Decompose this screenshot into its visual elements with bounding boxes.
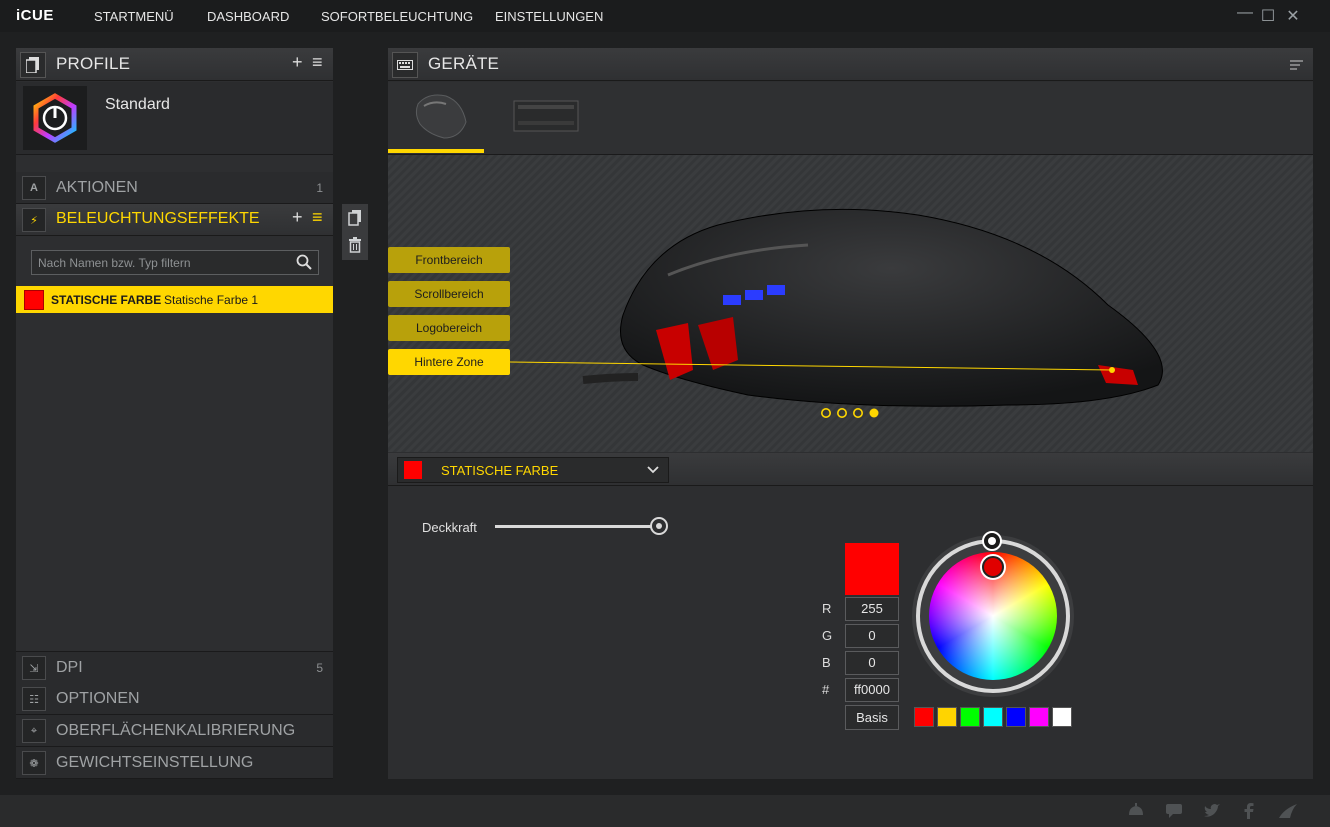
swatch-yellow[interactable] [937,707,957,727]
swatch-blue[interactable] [1006,707,1026,727]
filter-placeholder: Nach Namen bzw. Typ filtern [38,256,191,270]
minimize-icon[interactable]: — [1237,4,1253,22]
corsair-logo-icon[interactable] [1278,803,1298,823]
swatch-red[interactable] [914,707,934,727]
section-lighting-label: BELEUCHTUNGSEFFEKTE [56,210,260,227]
section-dpi-count: 5 [316,661,323,675]
effect-side-toolbar [342,204,368,260]
options-icon: ☷ [22,687,46,711]
brightness-handle[interactable] [982,531,1002,551]
r-input[interactable]: 255 [845,597,899,621]
device-tab-hub[interactable] [512,97,580,135]
section-calibration-label: OBERFLÄCHENKALIBRIERUNG [56,722,296,739]
section-dpi-label: DPI [56,659,83,676]
zone-scroll-button[interactable]: Scrollbereich [388,281,510,307]
actions-icon: A [22,176,46,200]
b-label: B [822,655,831,670]
device-tab-mouse[interactable] [388,82,484,154]
section-dpi[interactable]: ⇲ DPI 5 [16,651,333,684]
profile-header: PROFILE + ≡ [16,48,333,81]
hex-input[interactable]: ff0000 [845,678,899,702]
dpi-icon: ⇲ [22,656,46,680]
devices-menu-icon[interactable] [1290,58,1303,76]
add-effect-button[interactable]: + [292,207,303,228]
opacity-label: Deckkraft [422,520,477,535]
zone-front-button[interactable]: Frontbereich [388,247,510,273]
zone-logo-button[interactable]: Logobereich [388,315,510,341]
effect-list-item[interactable]: STATISCHE FARBE Statische Farbe 1 [16,286,333,313]
twitter-icon[interactable] [1203,803,1221,823]
effect-name: Statische Farbe 1 [164,293,259,307]
profile-logo-icon [23,86,87,150]
close-icon[interactable]: ✕ [1285,6,1301,25]
notification-icon[interactable] [1127,803,1145,823]
hex-label: # [822,682,830,697]
b-input[interactable]: 0 [845,651,899,675]
section-calibration[interactable]: ⌖ OBERFLÄCHENKALIBRIERUNG [16,715,333,747]
section-actions-count: 1 [316,181,323,195]
lightning-icon: ⚡ [22,208,46,232]
devices-header: GERÄTE [388,48,1313,81]
profile-item[interactable]: Standard [16,82,333,155]
section-weight-label: GEWICHTSEINSTELLUNG [56,754,254,771]
nav-startmenu[interactable]: STARTMENÜ [94,9,174,24]
trash-icon[interactable] [348,237,362,258]
zone-leader-line [509,361,1115,375]
weight-icon: ❁ [22,751,46,775]
effect-type-swatch [404,461,422,479]
search-icon[interactable] [296,254,312,275]
view-page-dots[interactable] [821,406,881,418]
chevron-down-icon [647,463,659,481]
maximize-icon[interactable]: ☐ [1260,6,1276,25]
effect-type-dropdown[interactable]: STATISCHE FARBE [397,457,669,483]
g-label: G [822,628,833,643]
section-weight[interactable]: ❁ GEWICHTSEINSTELLUNG [16,747,333,779]
swatch-cyan[interactable] [983,707,1003,727]
effect-type: STATISCHE FARBE [51,293,162,307]
color-preview [845,543,899,595]
facebook-icon[interactable] [1243,803,1255,823]
section-lighting-header[interactable]: ⚡ BELEUCHTUNGSEFFEKTE + ≡ [16,204,333,236]
add-profile-button[interactable]: + [292,52,303,73]
section-actions-label: AKTIONEN [56,179,138,196]
effect-type-label: STATISCHE FARBE [441,463,559,478]
profile-title: PROFILE [56,54,131,73]
filter-input[interactable]: Nach Namen bzw. Typ filtern [31,250,319,275]
zone-rear-button[interactable]: Hintere Zone [388,349,510,375]
device-tab-active-indicator [388,149,484,153]
chat-icon[interactable] [1165,803,1183,823]
app-brand: iCUE [16,7,54,24]
swatch-green[interactable] [960,707,980,727]
section-options-label: OPTIONEN [56,690,140,707]
devices-title: GERÄTE [428,54,500,73]
effect-color-swatch [24,290,44,310]
swatch-white[interactable] [1052,707,1072,727]
profile-name: Standard [105,96,170,113]
swatch-magenta[interactable] [1029,707,1049,727]
hue-handle[interactable] [982,556,1004,578]
profile-icon [20,52,46,78]
title-bar [0,0,1330,32]
nav-dashboard[interactable]: DASHBOARD [207,9,289,24]
g-input[interactable]: 0 [845,624,899,648]
opacity-slider-track[interactable] [495,525,659,528]
section-actions[interactable]: A AKTIONEN 1 [16,172,333,204]
nav-instant-lighting[interactable]: SOFORTBELEUCHTUNG [321,9,473,24]
r-label: R [822,601,832,616]
effect-menu-button[interactable]: ≡ [312,207,323,228]
basis-button[interactable]: Basis [845,705,899,730]
section-options[interactable]: ☷ OPTIONEN [16,683,333,715]
profile-menu-button[interactable]: ≡ [312,52,323,73]
calibration-icon: ⌖ [22,719,46,743]
color-wheel[interactable] [912,531,1074,697]
copy-icon[interactable] [348,210,362,231]
nav-settings[interactable]: EINSTELLUNGEN [495,9,603,24]
opacity-slider-handle[interactable] [650,517,668,535]
keyboard-icon [392,52,418,78]
